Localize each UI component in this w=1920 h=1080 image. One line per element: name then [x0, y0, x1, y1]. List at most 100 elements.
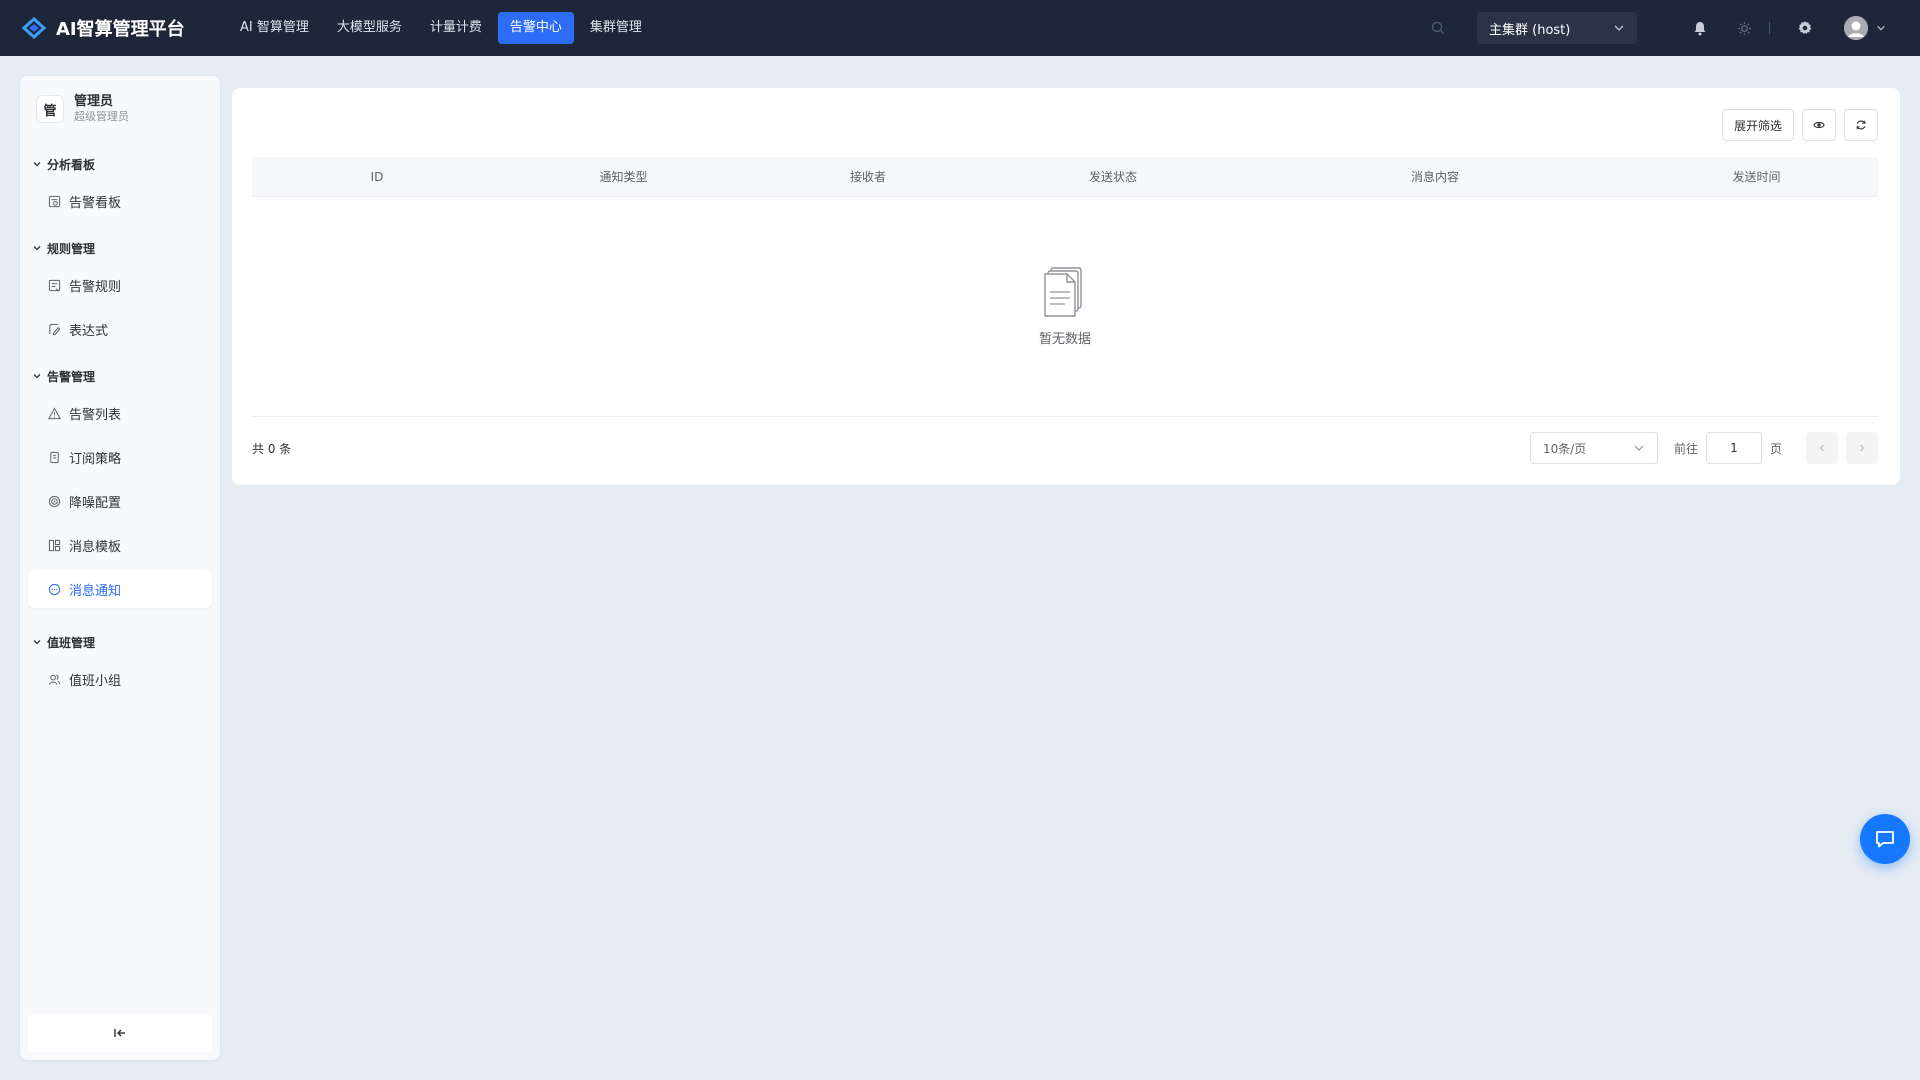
brand[interactable]: AI智算管理平台 — [20, 15, 210, 41]
page-size-select[interactable]: 10条/页 — [1529, 432, 1658, 464]
expand-filter-button[interactable]: 展开筛选 — [1722, 109, 1794, 141]
chevron-down-icon — [33, 246, 41, 251]
menu-group-rules[interactable]: 规则管理 — [20, 238, 220, 258]
nav-llm-service[interactable]: 大模型服务 — [325, 12, 414, 44]
chat-icon — [1876, 831, 1894, 848]
nav-billing[interactable]: 计量计费 — [418, 12, 494, 44]
sidebar-item-label: 告警列表 — [69, 407, 122, 423]
column-header-type[interactable]: 通知类型 — [502, 157, 745, 196]
expression-icon — [49, 323, 61, 335]
sidebar-item-label: 表达式 — [69, 323, 109, 339]
page-unit-label: 页 — [1769, 441, 1782, 456]
nav-cluster[interactable]: 集群管理 — [578, 12, 654, 44]
column-header-status[interactable]: 发送状态 — [991, 157, 1235, 196]
pagination: 共 0 条 10条/页 前往 页 — [252, 432, 1878, 464]
top-right-actions: 主集群 (host) — [1427, 0, 1920, 56]
sidebar-item-duty-team[interactable]: 值班小组 — [28, 660, 212, 698]
sidebar-item-label: 告警规则 — [69, 279, 122, 295]
top-bar: AI智算管理平台 AI 智算管理 大模型服务 计量计费 告警中心 集群管理 主集… — [0, 0, 1920, 56]
user-menu[interactable] — [1844, 16, 1886, 40]
sidebar-item-alert-dashboard[interactable]: 告警看板 — [28, 182, 212, 220]
avatar — [1844, 16, 1868, 40]
empty-document-icon — [1044, 267, 1082, 317]
menu-group-label: 分析看板 — [47, 157, 96, 172]
sidebar-item-noise-reduction[interactable]: 降噪配置 — [28, 482, 212, 520]
page-jump-input[interactable] — [1705, 432, 1762, 464]
dashboard-icon — [48, 195, 61, 207]
chevron-left-icon — [1819, 444, 1824, 452]
bell-icon[interactable] — [1689, 17, 1711, 39]
nav-alert-center[interactable]: 告警中心 — [497, 12, 574, 44]
chevron-down-icon — [33, 374, 41, 379]
page-size-value: 10条/页 — [1542, 441, 1587, 456]
user-role: 超级管理员 — [74, 110, 129, 123]
user-card: 管 管理员 超级管理员 — [20, 76, 220, 134]
prev-page-button[interactable] — [1806, 432, 1838, 464]
menu-group-label: 告警管理 — [47, 369, 96, 384]
top-nav: AI 智算管理 大模型服务 计量计费 告警中心 集群管理 — [228, 12, 658, 44]
table-toolbar: 展开筛选 — [1722, 109, 1878, 141]
warning-icon — [48, 406, 61, 419]
noise-icon — [48, 495, 61, 507]
message-icon — [48, 583, 61, 595]
menu-group-duty[interactable]: 值班管理 — [20, 632, 220, 652]
table-header: ID 通知类型 接收者 发送状态 消息内容 发送时间 — [252, 157, 1878, 197]
column-header-content[interactable]: 消息内容 — [1235, 157, 1635, 196]
column-header-receiver[interactable]: 接收者 — [745, 157, 991, 196]
sidebar-item-label: 消息通知 — [69, 583, 122, 599]
cluster-select[interactable]: 主集群 (host) — [1477, 12, 1637, 44]
logo-icon — [21, 16, 47, 40]
sidebar-item-label: 订阅策略 — [69, 451, 122, 467]
chevron-down-icon — [1634, 445, 1644, 451]
chevron-down-icon — [1614, 25, 1624, 31]
user-avatar: 管 — [36, 95, 64, 123]
column-visibility-button[interactable] — [1802, 109, 1836, 141]
sidebar-item-alert-list[interactable]: 告警列表 — [28, 394, 212, 432]
search-icon[interactable] — [1427, 17, 1449, 39]
total-count: 共 0 条 — [252, 441, 292, 456]
menu-group-analytics[interactable]: 分析看板 — [20, 154, 220, 174]
empty-state: 暂无数据 — [252, 197, 1878, 417]
sidebar-item-message-template[interactable]: 消息模板 — [28, 526, 212, 564]
chat-assistant-button[interactable] — [1860, 814, 1910, 864]
menu-group-alert-management[interactable]: 告警管理 — [20, 366, 220, 386]
sidebar: 管 管理员 超级管理员 分析看板 告警看板 规则管理 告警规则 表达式 告警管理… — [20, 76, 220, 1060]
sidebar-item-label: 降噪配置 — [69, 495, 122, 511]
subscribe-icon — [50, 451, 59, 463]
template-icon — [48, 539, 61, 551]
chevron-right-icon — [1860, 444, 1865, 452]
brand-title: AI智算管理平台 — [56, 19, 185, 40]
sidebar-item-expression[interactable]: 表达式 — [28, 310, 212, 348]
sidebar-item-alert-rules[interactable]: 告警规则 — [28, 266, 212, 304]
empty-text: 暂无数据 — [1038, 332, 1091, 347]
sidebar-item-label: 告警看板 — [69, 195, 122, 211]
cluster-select-value: 主集群 (host) — [1489, 22, 1571, 38]
chevron-down-icon — [33, 640, 41, 645]
team-icon — [48, 674, 61, 685]
gear-icon[interactable] — [1794, 17, 1816, 39]
main-panel: 展开筛选 ID 通知类型 接收者 发送状态 消息内容 发送时间 暂无数据 共 0… — [232, 88, 1900, 485]
collapse-left-icon — [114, 1029, 125, 1037]
refresh-icon — [1856, 120, 1866, 130]
sidebar-item-label: 消息模板 — [69, 539, 122, 555]
column-header-id[interactable]: ID — [252, 157, 502, 196]
sidebar-collapse-button[interactable] — [28, 1014, 212, 1052]
goto-label: 前往 — [1673, 441, 1698, 456]
refresh-button[interactable] — [1844, 109, 1878, 141]
nav-ai-compute[interactable]: AI 智算管理 — [228, 12, 321, 44]
rule-icon — [48, 279, 61, 291]
sidebar-item-message-notification[interactable]: 消息通知 — [28, 570, 212, 608]
column-header-time[interactable]: 发送时间 — [1635, 157, 1878, 196]
menu-group-label: 规则管理 — [47, 241, 96, 256]
eye-icon — [1813, 121, 1825, 129]
sidebar-item-label: 值班小组 — [69, 673, 122, 689]
notification-table: ID 通知类型 接收者 发送状态 消息内容 发送时间 暂无数据 — [252, 157, 1878, 417]
theme-sun-icon[interactable] — [1733, 17, 1755, 39]
user-name: 管理员 — [74, 94, 114, 109]
chevron-down-icon — [1877, 25, 1885, 31]
toolbar-divider — [1769, 22, 1770, 34]
chevron-down-icon — [33, 162, 41, 167]
sidebar-item-subscription[interactable]: 订阅策略 — [28, 438, 212, 476]
menu-group-label: 值班管理 — [47, 635, 96, 650]
next-page-button[interactable] — [1846, 432, 1878, 464]
